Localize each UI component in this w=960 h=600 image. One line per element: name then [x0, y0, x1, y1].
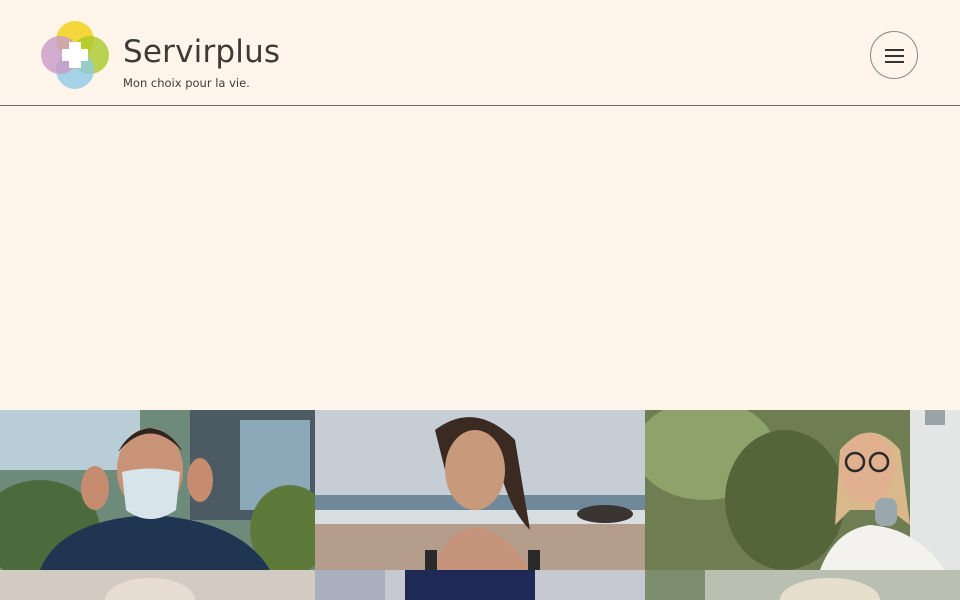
- hamburger-menu-icon: [885, 55, 904, 57]
- logo-icon: [41, 21, 109, 89]
- man-with-mask-photo[interactable]: [0, 410, 315, 570]
- hamburger-menu-icon: [885, 61, 904, 63]
- brand-tagline: Mon choix pour la vie.: [123, 76, 250, 90]
- hamburger-menu-icon: [885, 49, 904, 51]
- photo-grid: [0, 410, 960, 600]
- menu-button[interactable]: [870, 31, 918, 79]
- site-logo[interactable]: Servirplus Mon choix pour la vie.: [40, 20, 280, 92]
- site-header: Servirplus Mon choix pour la vie.: [0, 0, 960, 106]
- man-with-glasses-photo[interactable]: [645, 410, 960, 570]
- brand-name: Servirplus: [123, 34, 281, 70]
- woman-floral-top-photo[interactable]: [315, 570, 645, 600]
- elderly-person-photo[interactable]: [0, 570, 315, 600]
- woman-at-beach-photo[interactable]: [315, 410, 645, 570]
- person-with-hat-photo[interactable]: [645, 570, 960, 600]
